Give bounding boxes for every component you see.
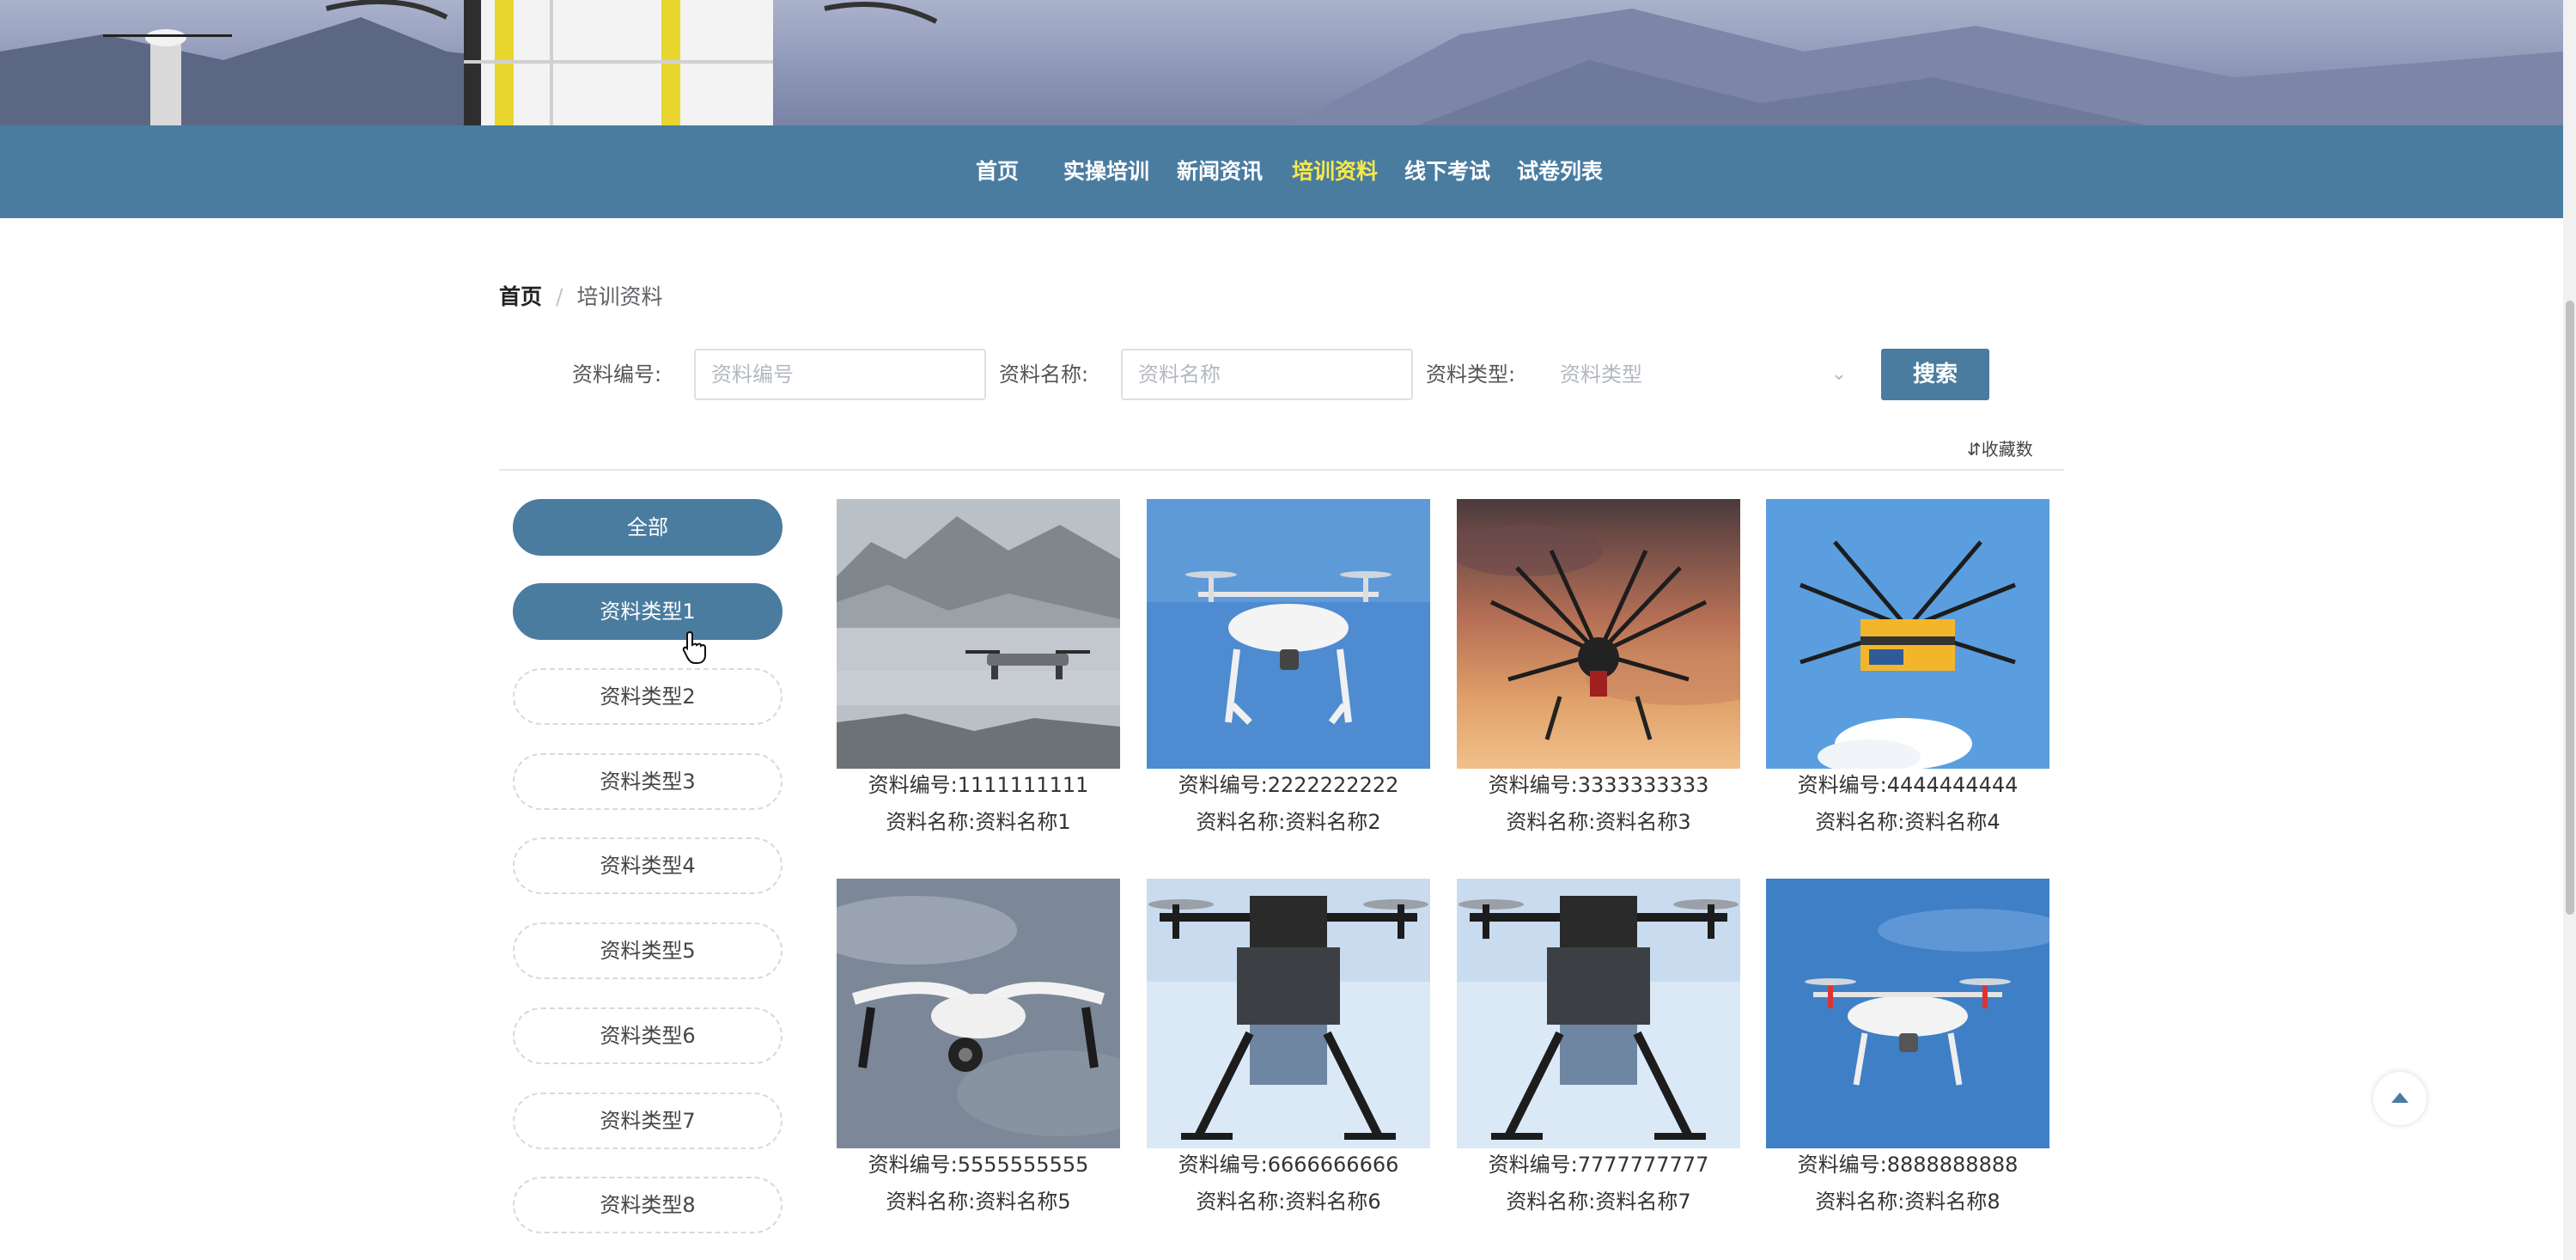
material-name: 资料名称2 [1285, 810, 1381, 834]
material-name: 资料名称3 [1595, 810, 1691, 834]
breadcrumb: 首页 / 培训资料 [499, 282, 662, 313]
category-type-4[interactable]: 资料类型4 [513, 837, 783, 894]
material-code: 2222222222 [1267, 773, 1399, 797]
material-code: 1111111111 [957, 773, 1089, 797]
divider [499, 469, 2064, 471]
material-code-label: 资料编号: [1178, 1153, 1268, 1177]
material-code: 3333333333 [1577, 773, 1709, 797]
material-code-label: 资料编号: [1488, 1153, 1578, 1177]
material-name: 资料名称6 [1285, 1190, 1381, 1214]
material-code: 4444444444 [1886, 773, 2019, 797]
material-name-label: 资料名称: [1815, 1190, 1905, 1214]
material-card[interactable]: 资料编号:3333333333 资料名称:资料名称3 [1457, 499, 1740, 843]
category-type-5[interactable]: 资料类型5 [513, 922, 783, 979]
hero-banner [0, 0, 2563, 125]
material-name-label: 资料名称: [1196, 810, 1286, 834]
material-name: 资料名称4 [1904, 810, 2001, 834]
material-card[interactable]: 资料编号:6666666666 资料名称:资料名称6 [1147, 879, 1430, 1222]
category-type-7[interactable]: 资料类型7 [513, 1093, 783, 1149]
search-button[interactable]: 搜索 [1881, 349, 1989, 400]
page-scrollbar-thumb[interactable] [2566, 301, 2574, 915]
material-code-label: 资料编号: [1797, 1153, 1887, 1177]
material-name: 资料名称8 [1904, 1190, 2001, 1214]
material-code-label: 资料编号: [1488, 773, 1578, 797]
arrow-up-icon [2391, 1093, 2409, 1103]
quadcopter-cloudy-image [837, 879, 1120, 1148]
nav-item-home[interactable]: 首页 [976, 125, 1019, 218]
material-code-label: 资料编号: [572, 362, 662, 387]
nav-item-offline-exam[interactable]: 线下考试 [1404, 125, 1490, 218]
nav-item-exam-papers[interactable]: 试卷列表 [1517, 125, 1603, 218]
category-type-6[interactable]: 资料类型6 [513, 1007, 783, 1064]
octocopter-sunset-image [1457, 499, 1740, 769]
material-name-input[interactable] [1121, 349, 1413, 400]
material-card[interactable]: 资料编号:2222222222 资料名称:资料名称2 [1147, 499, 1430, 843]
material-name-label: 资料名称: [886, 810, 976, 834]
sort-label: 收藏数 [1981, 439, 2033, 460]
category-all[interactable]: 全部 [513, 499, 783, 556]
nav-item-practical-training[interactable]: 实操培训 [1063, 125, 1149, 218]
material-type-placeholder: 资料类型 [1560, 362, 1642, 387]
drone-mountain-image [837, 499, 1120, 769]
category-type-2[interactable]: 资料类型2 [513, 668, 783, 725]
material-code-label: 资料编号: [1178, 773, 1268, 797]
material-type-label: 资料类型: [1426, 362, 1516, 387]
material-name-label: 资料名称: [1815, 810, 1905, 834]
material-code: 7777777777 [1577, 1153, 1709, 1177]
material-card[interactable]: 资料编号:5555555555 资料名称:资料名称5 [837, 879, 1120, 1222]
material-name-label: 资料名称: [1196, 1190, 1286, 1214]
material-name: 资料名称5 [975, 1190, 1071, 1214]
category-type-8[interactable]: 资料类型8 [513, 1177, 783, 1233]
nav-item-training-materials[interactable]: 培训资料 [1292, 125, 1378, 218]
material-code: 6666666666 [1267, 1153, 1399, 1177]
material-card[interactable]: 资料编号:4444444444 资料名称:资料名称4 [1766, 499, 2049, 843]
category-type-3[interactable]: 资料类型3 [513, 753, 783, 810]
chevron-down-icon: ⌄ [1830, 363, 1847, 385]
white-quadcopter-image [1766, 879, 2049, 1148]
material-code: 8888888888 [1886, 1153, 2019, 1177]
material-card[interactable]: 资料编号:7777777777 资料名称:资料名称7 [1457, 879, 1740, 1222]
breadcrumb-separator: / [556, 284, 563, 309]
cargo-drone-image [1766, 499, 2049, 769]
main-nav: 首页 实操培训 新闻资讯 培训资料 线下考试 试卷列表 [0, 125, 2563, 218]
material-code-input[interactable] [694, 349, 986, 400]
material-name-label: 资料名称: [1506, 810, 1596, 834]
back-to-top-button[interactable] [2373, 1072, 2427, 1125]
nav-item-news[interactable]: 新闻资讯 [1177, 125, 1263, 218]
material-type-select[interactable]: 资料类型 ⌄ [1543, 349, 1869, 400]
breadcrumb-home[interactable]: 首页 [499, 284, 542, 309]
sort-by-favorites[interactable]: ⇵收藏数 [1967, 436, 2033, 462]
spray-drone-image [1147, 879, 1430, 1148]
material-card[interactable]: 资料编号:8888888888 资料名称:资料名称8 [1766, 879, 2049, 1222]
spray-drone-image [1457, 879, 1740, 1148]
material-code: 5555555555 [957, 1153, 1089, 1177]
material-name-label: 资料名称: [1506, 1190, 1596, 1214]
material-name-label: 资料名称: [999, 362, 1089, 387]
hand-cursor-icon [682, 630, 706, 664]
material-name: 资料名称1 [975, 810, 1071, 834]
material-code-label: 资料编号: [868, 773, 958, 797]
category-type-1[interactable]: 资料类型1 [513, 583, 783, 640]
material-code-label: 资料编号: [868, 1153, 958, 1177]
breadcrumb-current: 培训资料 [576, 284, 663, 309]
material-name: 资料名称7 [1595, 1190, 1691, 1214]
white-quadcopter-image [1147, 499, 1430, 769]
material-code-label: 资料编号: [1797, 773, 1887, 797]
material-name-label: 资料名称: [886, 1190, 976, 1214]
material-card[interactable]: 资料编号:1111111111 资料名称:资料名称1 [837, 499, 1120, 843]
sort-icon: ⇵ [1967, 439, 1982, 460]
